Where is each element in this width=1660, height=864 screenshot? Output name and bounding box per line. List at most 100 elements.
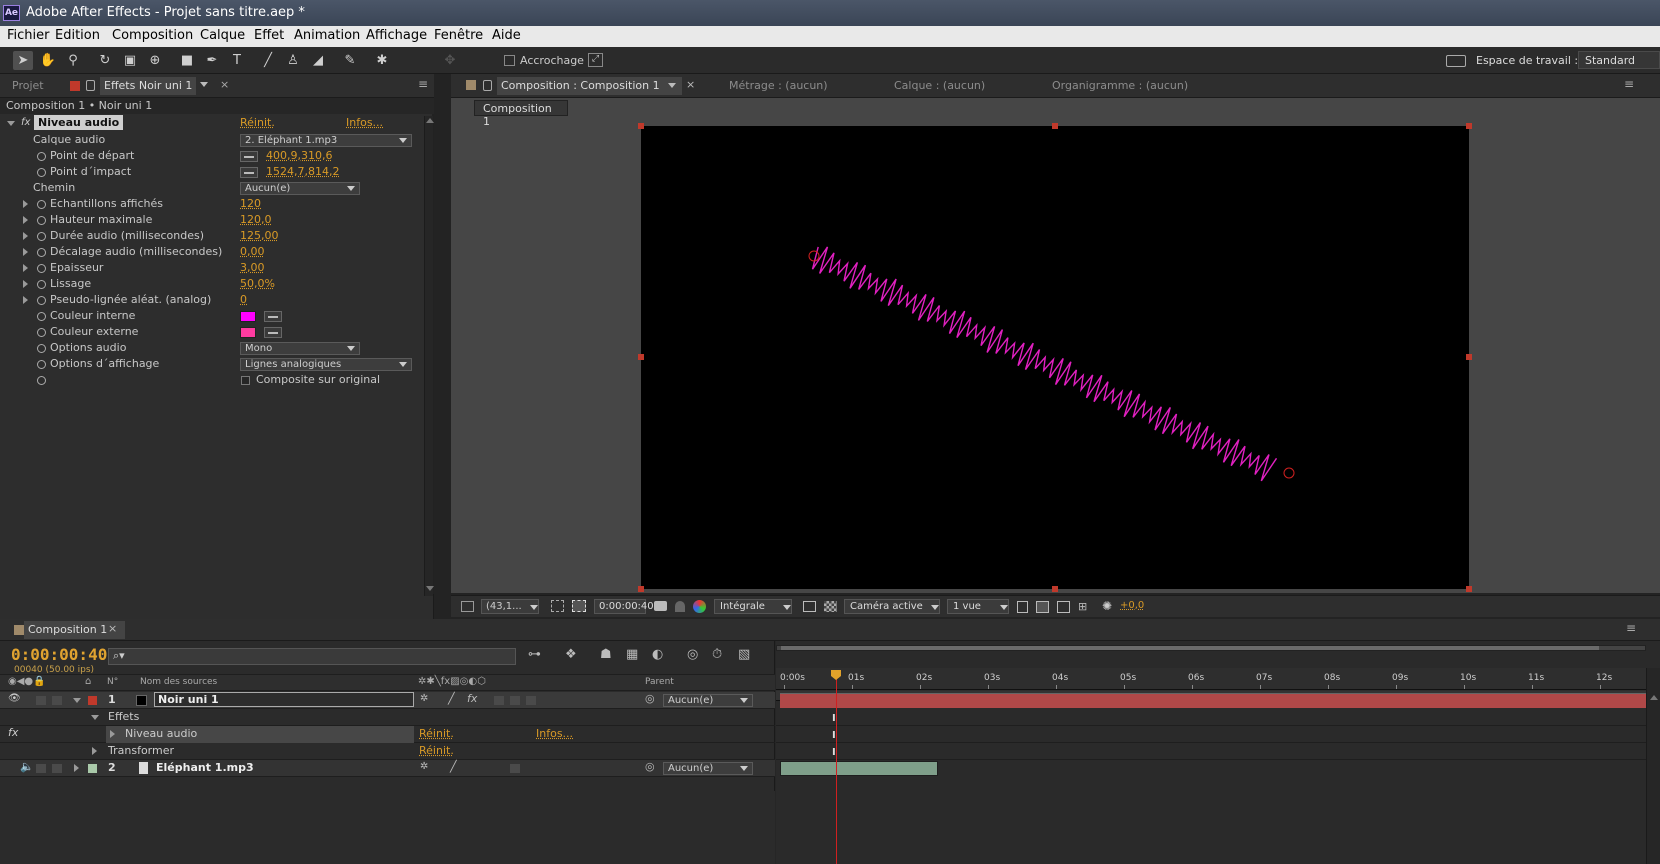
effect-property-row[interactable]: Point d´impact 1524,7,814,2 xyxy=(0,164,424,180)
property-value[interactable]: 120 xyxy=(240,196,261,212)
camera-dropdown-icon[interactable] xyxy=(931,605,939,610)
effect-property-row[interactable]: Hauteur maximale 120,0 xyxy=(0,212,424,228)
zoom-tool-icon[interactable]: ⚲ xyxy=(63,51,83,70)
motion-blur-icon[interactable]: ◐ xyxy=(652,647,663,662)
effect-property-row[interactable]: Décalage audio (millisecondes) 0,00 xyxy=(0,244,424,260)
roto-brush-tool-icon[interactable]: ✎ xyxy=(340,51,360,70)
property-value[interactable]: 3,00 xyxy=(240,260,265,276)
viewer-menu-icon[interactable]: ≡ xyxy=(1624,77,1634,91)
zoom-dropdown-icon[interactable] xyxy=(530,605,538,610)
type-tool-icon[interactable]: T xyxy=(227,51,247,70)
selection-tool-icon[interactable]: ➤ xyxy=(13,51,33,70)
menu-calque[interactable]: Calque xyxy=(200,28,245,43)
property-value[interactable]: 120,0 xyxy=(240,212,272,228)
rectangle-tool-icon[interactable]: ■ xyxy=(177,51,197,70)
current-time-display[interactable]: 0:00:00:40 xyxy=(594,599,654,614)
property-value[interactable]: 0,00 xyxy=(240,244,265,260)
hide-shy-layers-icon[interactable]: ☗ xyxy=(600,647,612,662)
transform-row[interactable]: Transformer Réinit. xyxy=(0,743,775,760)
toggle-pixel-aspect-icon[interactable] xyxy=(1017,601,1028,613)
effect-property-row[interactable]: Options audio Mono xyxy=(0,340,424,356)
layer1-duration-bar[interactable] xyxy=(780,693,1650,708)
property-expand-icon[interactable] xyxy=(23,216,28,224)
stopwatch-icon[interactable] xyxy=(37,168,46,177)
handle-bottom-right[interactable] xyxy=(1466,586,1472,592)
time-graph[interactable]: 0:00s 01s 02s 03s 04s 05s 06s 07s 08s 09s 10s 11s 12… xyxy=(776,641,1660,864)
layer1-quality-icon[interactable]: ╱ xyxy=(448,692,455,705)
transparency-grid-icon[interactable] xyxy=(824,601,837,612)
layer-row-2[interactable]: 🔈 2 Eléphant 1.mp3 ✲ ╱ ◎ Aucun(e) xyxy=(0,760,775,777)
timeline-menu-icon[interactable]: ≡ xyxy=(1626,621,1636,635)
effect-property-row[interactable]: Pseudo-lignée aléat. (analog) 0 xyxy=(0,292,424,308)
point-target-icon[interactable] xyxy=(240,151,258,162)
effect-row-name[interactable]: Niveau audio xyxy=(125,727,197,740)
effect-row-niveau-audio[interactable]: fx Niveau audio Réinit. Infos... xyxy=(0,726,775,743)
work-area-bar[interactable] xyxy=(776,645,1646,651)
property-value[interactable]: 125,00 xyxy=(240,228,279,244)
effect-property-row[interactable]: Couleur interne xyxy=(0,308,424,324)
stopwatch-icon[interactable] xyxy=(37,376,46,385)
layer2-parent-select[interactable]: Aucun(e) xyxy=(663,762,753,775)
menu-effet[interactable]: Effet xyxy=(254,28,284,43)
comp-mini-flowchart-icon[interactable]: ⊶ xyxy=(528,647,541,662)
stopwatch-icon[interactable] xyxy=(37,232,46,241)
handle-top-middle[interactable] xyxy=(1052,123,1058,129)
resolution-select[interactable]: Intégrale xyxy=(714,599,792,614)
eraser-tool-icon[interactable]: ◢ xyxy=(308,51,328,70)
timeline-icon[interactable] xyxy=(1057,601,1070,613)
end-point-icon[interactable] xyxy=(1283,467,1295,479)
video-visibility-icon[interactable]: 👁 xyxy=(8,693,21,704)
color-swatch[interactable] xyxy=(240,327,256,338)
clone-stamp-tool-icon[interactable]: ♙ xyxy=(283,51,303,70)
menu-composition[interactable]: Composition xyxy=(112,28,193,43)
effects-expand-icon[interactable] xyxy=(91,715,99,720)
layer1-name[interactable]: Noir uni 1 xyxy=(154,692,414,707)
search-input[interactable]: ⌕▾ xyxy=(108,648,516,665)
stopwatch-icon[interactable] xyxy=(37,264,46,273)
handle-top-left[interactable] xyxy=(638,123,644,129)
stopwatch-icon[interactable] xyxy=(37,216,46,225)
close-icon[interactable]: × xyxy=(220,78,229,91)
handle-bottom-left[interactable] xyxy=(638,586,644,592)
property-value[interactable]: 1524,7,814,2 xyxy=(266,164,339,180)
camera-orbit-tool-icon[interactable]: ▣ xyxy=(120,51,140,70)
comp-breadcrumb-button[interactable]: Composition 1 xyxy=(474,100,568,128)
exposure-value[interactable]: +0,0 xyxy=(1120,600,1144,611)
layer2-shy-switch-icon[interactable]: ✲ xyxy=(420,761,428,772)
panel-menu-icon[interactable]: ≡ xyxy=(418,77,428,91)
snapshot-icon[interactable] xyxy=(654,601,667,611)
layer1-shy-switch-icon[interactable]: ✲ xyxy=(420,693,428,704)
effect-property-row[interactable]: Echantillons affichés 120 xyxy=(0,196,424,212)
column-source-name[interactable]: Nom des sources xyxy=(140,677,217,687)
effect-property-row[interactable]: Chemin Aucun(e) xyxy=(0,180,424,196)
brainstorm-icon[interactable]: ⏱ xyxy=(712,647,722,662)
timeline-timecode[interactable]: 0:00:00:40 xyxy=(11,645,107,664)
tab-effect-controls[interactable]: Effets Noir uni 1 xyxy=(100,77,197,95)
property-dropdown[interactable]: Mono xyxy=(240,342,360,355)
tab-dropdown-icon[interactable] xyxy=(200,82,208,87)
viewer-lock-icon[interactable] xyxy=(483,80,492,91)
tab-project[interactable]: Projet xyxy=(12,77,44,95)
handle-middle-left[interactable] xyxy=(638,354,644,360)
fx-icon[interactable]: fx xyxy=(21,115,30,131)
mask-visibility-icon[interactable] xyxy=(572,600,586,612)
property-expand-icon[interactable] xyxy=(23,232,28,240)
layer2-label-color[interactable] xyxy=(88,764,97,773)
layer1-parent-select[interactable]: Aucun(e) xyxy=(663,694,753,707)
menu-animation[interactable]: Animation xyxy=(294,28,360,43)
effect-property-row[interactable]: Calque audio 2. Eléphant 1.mp3 xyxy=(0,132,424,148)
effect-property-row[interactable]: Durée audio (millisecondes) 125,00 xyxy=(0,228,424,244)
roi-icon[interactable] xyxy=(803,601,816,612)
eyedropper-icon[interactable] xyxy=(264,311,282,322)
layer1-pickwhip-icon[interactable]: ◎ xyxy=(645,692,655,705)
timeline-close-icon[interactable]: × xyxy=(108,622,117,635)
axis-mode-icon[interactable]: ✥ xyxy=(440,51,460,70)
show-snapshot-icon[interactable] xyxy=(675,601,685,612)
property-value[interactable]: 0 xyxy=(240,292,247,308)
transform-keyframe-icon[interactable]: I xyxy=(832,747,836,758)
property-dropdown[interactable]: Aucun(e) xyxy=(240,182,360,195)
tab-layer[interactable]: Calque : (aucun) xyxy=(894,77,985,95)
hand-tool-icon[interactable]: ✋ xyxy=(38,51,58,70)
menu-fichier[interactable]: Fichier xyxy=(7,28,50,43)
pan-behind-tool-icon[interactable]: ⊕ xyxy=(145,51,165,70)
